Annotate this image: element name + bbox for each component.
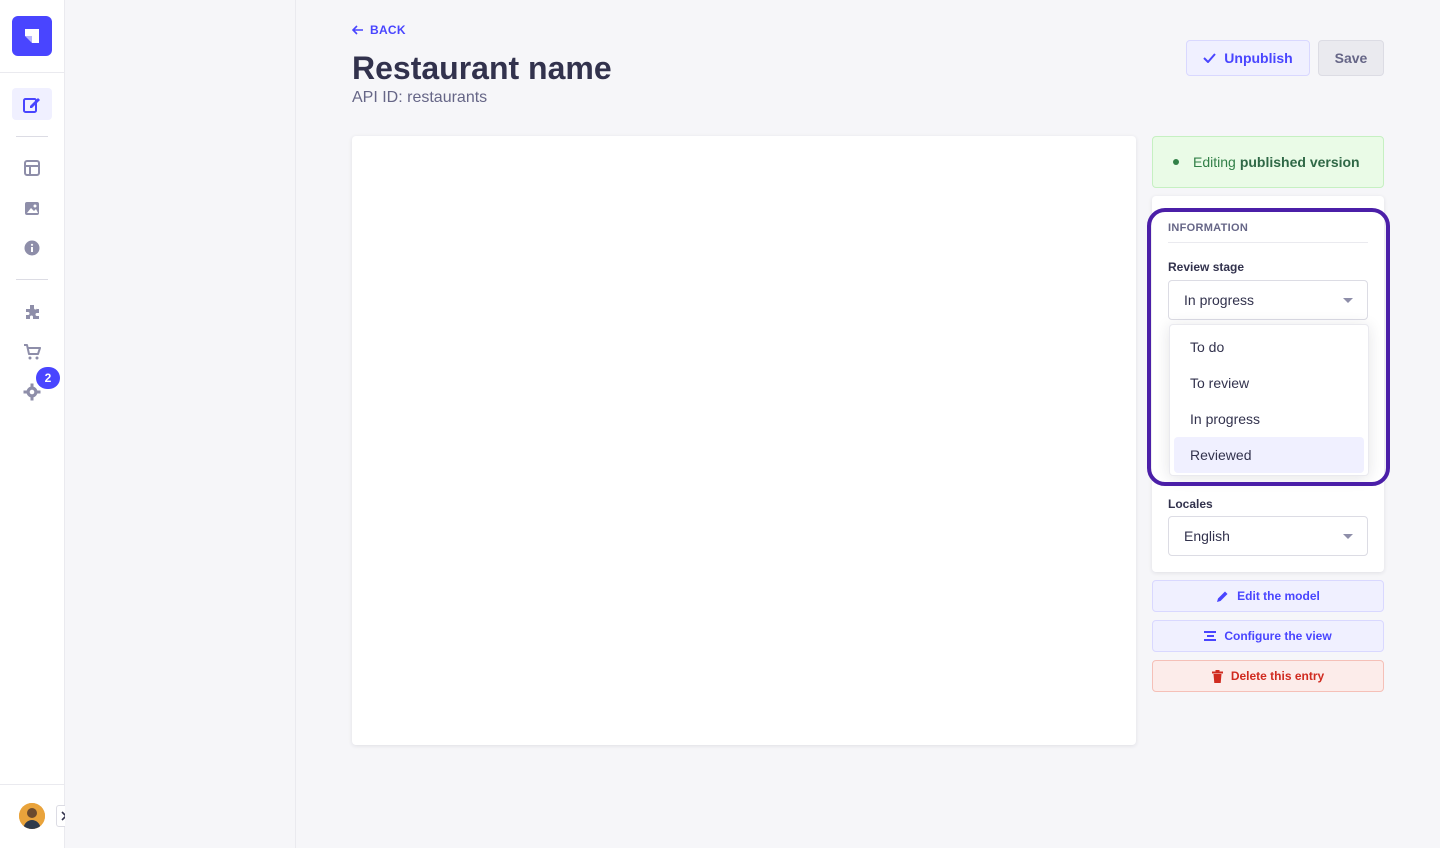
unpublish-button[interactable]: Unpublish: [1186, 40, 1310, 76]
trash-icon: [1211, 669, 1223, 683]
configure-view-label: Configure the view: [1224, 629, 1332, 643]
status-prefix: Editing: [1193, 154, 1236, 170]
back-link[interactable]: BACK: [352, 23, 406, 37]
api-id-subtitle: API ID: restaurants: [352, 89, 488, 106]
marketplace-cart-icon[interactable]: [12, 336, 52, 368]
content-manager-subnav: [65, 0, 296, 848]
strapi-logo-icon[interactable]: [12, 16, 52, 56]
user-avatar[interactable]: [19, 803, 45, 829]
status-dot-icon: [1173, 159, 1179, 165]
annotation-highlight-ring: [1147, 208, 1390, 486]
delete-entry-button[interactable]: Delete this entry: [1152, 660, 1384, 692]
content-manager-icon[interactable]: [12, 88, 52, 120]
arrow-left-icon: [352, 25, 363, 35]
save-button[interactable]: Save: [1318, 40, 1384, 76]
publish-status-banner: Editing published version: [1152, 136, 1384, 188]
page-title: Restaurant name: [352, 50, 612, 86]
entry-editor-card: [352, 136, 1136, 745]
rail-divider: [0, 72, 64, 73]
rail-divider: [16, 279, 48, 280]
back-label: BACK: [370, 23, 406, 37]
pencil-icon: [1217, 591, 1228, 602]
locales-label: Locales: [1168, 497, 1213, 511]
delete-entry-label: Delete this entry: [1230, 669, 1325, 683]
list-icon: [1204, 631, 1217, 641]
caret-down-icon: [1343, 533, 1353, 539]
rail-divider: [0, 784, 64, 785]
rail-divider: [16, 136, 48, 137]
locales-value: English: [1184, 528, 1230, 544]
edit-model-button[interactable]: Edit the model: [1152, 580, 1384, 612]
configure-view-button[interactable]: Configure the view: [1152, 620, 1384, 652]
media-library-icon[interactable]: [12, 192, 52, 224]
status-emphasis: published version: [1239, 154, 1360, 170]
edit-model-label: Edit the model: [1237, 589, 1320, 603]
unpublish-label: Unpublish: [1224, 50, 1293, 66]
content-type-builder-icon[interactable]: [12, 152, 52, 184]
main-nav-rail: 2: [0, 0, 72, 848]
notification-badge: 2: [36, 367, 60, 389]
info-icon[interactable]: [12, 232, 52, 264]
check-icon: [1203, 53, 1217, 63]
locales-select[interactable]: English: [1168, 516, 1368, 556]
plugins-puzzle-icon[interactable]: [12, 296, 52, 328]
